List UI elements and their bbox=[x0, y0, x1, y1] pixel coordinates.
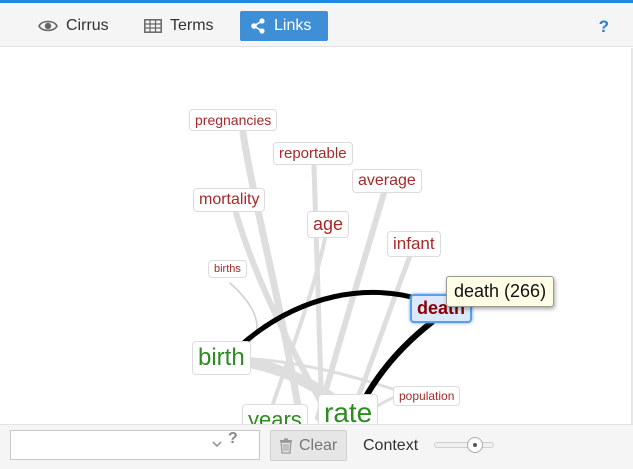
tab-label: Cirrus bbox=[66, 17, 109, 34]
links-graph: pregnancies reportable average mortality… bbox=[0, 48, 633, 424]
link-reportable bbox=[311, 163, 325, 421]
term-node-pregnancies[interactable]: pregnancies bbox=[189, 109, 278, 131]
keyword-node-rate[interactable]: rate bbox=[318, 394, 379, 424]
tab-label: Terms bbox=[170, 17, 214, 34]
tab-label: Links bbox=[274, 17, 312, 34]
clear-button-label: Clear bbox=[299, 436, 338, 454]
context-label: Context bbox=[363, 437, 419, 454]
help-button[interactable]: ? bbox=[599, 17, 609, 37]
keyword-node-years[interactable]: years bbox=[242, 404, 308, 424]
term-node-age[interactable]: age bbox=[307, 211, 350, 238]
term-search-input[interactable] bbox=[15, 435, 214, 457]
term-node-average[interactable]: average bbox=[352, 169, 422, 193]
slider-thumb[interactable] bbox=[467, 437, 483, 453]
table-icon bbox=[144, 19, 162, 33]
term-node-population[interactable]: population bbox=[393, 386, 461, 406]
term-node-mortality[interactable]: mortality bbox=[193, 188, 266, 212]
bottom-toolbar: ? Clear Context bbox=[0, 424, 633, 469]
share-icon bbox=[250, 18, 266, 34]
eye-icon bbox=[38, 19, 58, 33]
slider-track[interactable] bbox=[434, 442, 494, 448]
term-node-reportable[interactable]: reportable bbox=[273, 142, 353, 165]
keyword-node-birth[interactable]: birth bbox=[192, 341, 251, 375]
term-node-births[interactable]: births bbox=[208, 260, 247, 278]
tab-links[interactable]: Links bbox=[240, 11, 328, 41]
tab-cirrus[interactable]: Cirrus bbox=[28, 11, 119, 41]
tab-terms[interactable]: Terms bbox=[134, 11, 224, 41]
clear-button[interactable]: Clear bbox=[270, 430, 347, 461]
term-node-infant[interactable]: infant bbox=[387, 231, 441, 257]
search-help-button[interactable]: ? bbox=[228, 430, 238, 448]
chevron-down-icon[interactable] bbox=[211, 438, 223, 450]
term-tooltip: death (266) bbox=[446, 276, 555, 307]
trash-icon bbox=[279, 437, 293, 454]
tab-bar: Cirrus Terms Links ? bbox=[0, 3, 633, 47]
term-search-box[interactable] bbox=[10, 430, 260, 460]
context-slider[interactable] bbox=[434, 437, 494, 453]
